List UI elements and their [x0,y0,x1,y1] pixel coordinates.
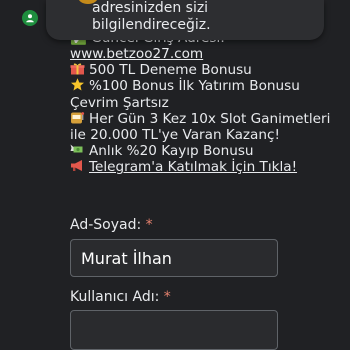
promo-message: ✅ Güncel Giriş Adresi: www.betzoo27.com … [70,36,340,176]
required-mark: * [145,217,153,233]
megaphone-icon [71,160,82,172]
gift-icon [70,63,85,75]
bonus-line-3: Her Gün 3 Kez 10x Slot Ganimetleri ile 2… [70,110,331,144]
bonus-line-2b: Çevrim Şartsız [70,94,169,111]
site-link[interactable]: www.betzoo27.com [70,46,203,62]
username-field[interactable] [70,310,278,350]
name-field[interactable]: Murat İlhan [70,239,278,277]
bonus-line-2: %100 Bonus İlk Yatırım Bonusu [70,78,340,94]
person-icon [26,14,34,23]
required-mark: * [163,289,171,305]
star-icon [71,78,84,91]
telegram-line: Telegram'a Katılmak İçin Tıkla! [70,159,340,175]
bonus-line-1: 500 TL Deneme Bonusu [70,62,340,78]
name-label: Ad-Soyad: * [70,217,153,233]
name-field-value: Murat İlhan [81,248,172,268]
toast-line-1: adresinizden sizi [92,0,209,16]
toast-line-2: bilgilendireceğiz. [92,17,211,33]
slot-machine-icon [71,111,85,124]
money-wings-icon [70,144,83,153]
username-label: Kullanıcı Adı: * [70,289,171,305]
telegram-link[interactable]: Telegram'a Katılmak İçin Tıkla! [89,159,297,175]
avatar[interactable] [22,10,38,26]
bonus-line-4: Anlık %20 Kayıp Bonusu [70,143,340,159]
notification-toast[interactable]: adresinizden sizi bilgilendireceğiz. [46,0,324,40]
